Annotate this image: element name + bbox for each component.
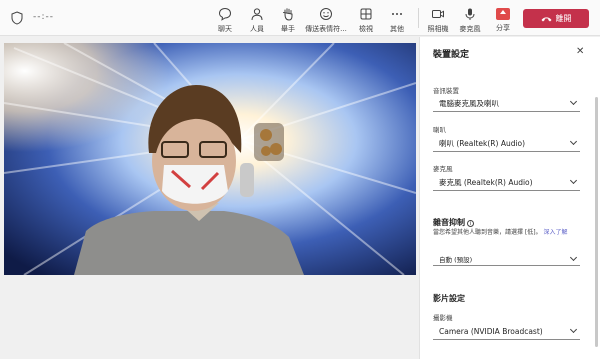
reactions-button[interactable]: 傳送表情符... [305,4,347,34]
mic-label: 麥克風 [459,25,481,33]
noise-desc-text: 當您希望其他人聽到音樂，請選擇 [低]。 [433,229,542,236]
view-label: 檢視 [359,25,373,33]
panel-scrollbar[interactable] [595,97,598,347]
more-button[interactable]: 其他 [380,4,414,34]
noise-suppression-description: 當您希望其他人聽到音樂，請選擇 [低]。 深入了解 [433,228,585,237]
noise-suppression-title-text: 雜音抑制 [433,218,465,227]
share-button[interactable]: 分享 [486,4,520,34]
camera-dropdown[interactable]: Camera (NVIDIA Broadcast) [433,323,580,340]
chevron-down-icon [569,97,578,106]
toolbar-divider [418,8,419,28]
noise-suppression-dropdown[interactable]: 自動 (預設) [433,252,580,266]
share-label: 分享 [496,24,510,32]
shield-icon [11,11,23,25]
self-video-preview [4,43,416,275]
emoji-icon [320,8,332,20]
speaker-dropdown[interactable]: 喇叭 (Realtek(R) Audio) [433,135,580,152]
video-settings-title: 影片設定 [433,294,465,303]
reactions-label: 傳送表情符... [305,25,347,33]
panel-title: 裝置設定 [433,50,470,60]
video-frame [4,43,416,275]
meeting-timer: --:-- [33,12,55,22]
chat-label: 聊天 [218,25,232,33]
camera-icon [432,10,444,18]
chat-icon [218,7,232,21]
noise-suppression-title: 雜音抑制 i [433,217,474,228]
learn-more-link[interactable]: 深入了解 [544,229,568,236]
camera-value: Camera (NVIDIA Broadcast) [439,326,543,336]
info-icon[interactable]: i [467,220,474,227]
speaker-value: 喇叭 (Realtek(R) Audio) [439,138,526,148]
more-icon [392,13,402,15]
raise-hand-icon [283,8,293,21]
hang-up-icon [541,16,551,21]
close-icon[interactable]: ✕ [576,46,584,57]
device-settings-panel: 裝置設定 ✕ 音訊裝置 電腦麥克風及喇叭 喇叭 喇叭 (Realtek(R) A… [419,37,600,359]
camera-label: 照相機 [427,25,449,33]
noise-suppression-value: 自動 (預設) [439,255,473,264]
share-icon [496,8,510,20]
camera-button[interactable]: 照相機 [421,4,455,34]
raise-hand-button[interactable]: 舉手 [271,4,305,34]
chevron-down-icon [569,253,578,261]
raise-hand-label: 舉手 [281,25,295,33]
leave-button[interactable]: 離開 [523,9,589,28]
audio-device-value: 電腦麥克風及喇叭 [439,98,499,108]
people-label: 人員 [250,25,264,33]
leave-label: 離開 [555,14,572,23]
people-button[interactable]: 人員 [240,4,274,34]
chevron-down-icon [569,137,578,146]
speaker-label: 喇叭 [433,126,446,134]
mic-field-label: 麥克風 [433,165,453,173]
chevron-down-icon [569,325,578,334]
mic-dropdown[interactable]: 麥克風 (Realtek(R) Audio) [433,174,580,191]
view-icon [360,8,372,20]
chevron-down-icon [569,176,578,185]
more-label: 其他 [390,25,404,33]
view-button[interactable]: 檢視 [349,4,383,34]
meeting-toolbar: --:-- 聊天 人員 舉手 傳送表情符... 檢視 其他 照相機 麥克風 分享… [0,0,600,36]
people-icon [251,8,263,21]
audio-device-label: 音訊裝置 [433,87,459,95]
mic-button[interactable]: 麥克風 [453,4,487,34]
audio-device-dropdown[interactable]: 電腦麥克風及喇叭 [433,95,580,112]
camera-field-label: 攝影機 [433,314,453,322]
chat-button[interactable]: 聊天 [208,4,242,34]
mic-value: 麥克風 (Realtek(R) Audio) [439,177,533,187]
mic-icon [465,8,475,20]
